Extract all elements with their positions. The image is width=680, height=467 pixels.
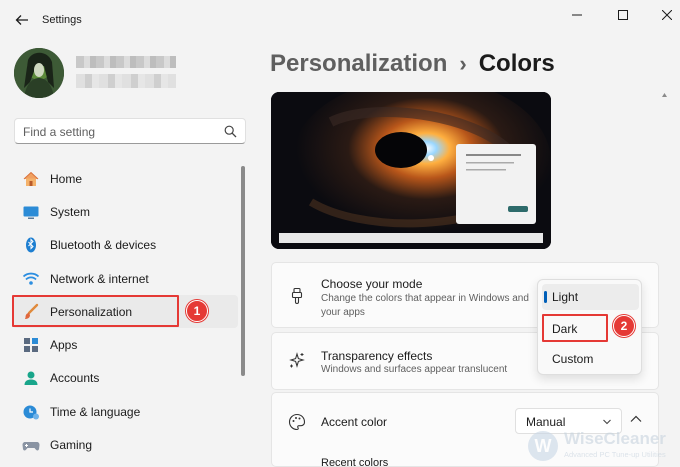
sidebar-item-label: Bluetooth & devices	[50, 238, 157, 253]
minimize-button[interactable]	[554, 0, 600, 30]
sidebar-item-label: Accounts	[50, 371, 100, 386]
blurred-user-name	[76, 56, 176, 68]
minimize-icon	[572, 14, 582, 16]
blurred-user-email	[76, 74, 176, 88]
maximize-button[interactable]	[600, 0, 646, 30]
chevron-down-icon	[603, 419, 611, 425]
watermark-title: WiseCleaner	[564, 429, 666, 448]
breadcrumb: Personalization › Colors	[270, 50, 555, 78]
avatar[interactable]	[14, 48, 64, 98]
sidebar-item-label: Apps	[50, 338, 78, 353]
sparkle-icon	[289, 352, 305, 368]
bluetooth-icon	[22, 236, 40, 254]
watermark-subtitle: Advanced PC Tune-up Utilities	[564, 450, 666, 459]
app-title: Settings	[42, 14, 82, 26]
main-scrollbar[interactable]	[662, 92, 667, 467]
title-bar: Settings	[0, 0, 680, 40]
system-icon	[22, 203, 40, 221]
wisecleaner-logo-icon: W	[528, 431, 558, 461]
breadcrumb-separator: ›	[459, 51, 467, 76]
sidebar-item-apps[interactable]: Apps	[12, 328, 238, 361]
breadcrumb-parent[interactable]: Personalization	[270, 50, 447, 77]
mode-description: Change the colors that appear in Windows…	[321, 293, 529, 318]
sidebar-item-label: Network & internet	[50, 271, 149, 286]
sidebar-item-home[interactable]: Home	[12, 162, 238, 195]
sidebar-item-accounts[interactable]: Accounts	[12, 362, 238, 395]
search-icon	[224, 125, 237, 138]
mode-option-light[interactable]: Light	[542, 284, 639, 310]
close-icon	[662, 10, 672, 20]
preview-window	[456, 144, 536, 224]
paint-bucket-icon	[291, 287, 303, 304]
transparency-description: Windows and surfaces appear translucent	[321, 364, 508, 375]
back-button[interactable]	[8, 8, 36, 32]
sidebar-scrollbar[interactable]	[241, 166, 245, 376]
chevron-up-icon[interactable]	[630, 414, 642, 424]
sidebar-item-label: Time & language	[50, 404, 141, 419]
theme-preview	[271, 92, 551, 249]
sidebar-item-time-language[interactable]: Time & language	[12, 395, 238, 428]
maximize-icon	[618, 10, 628, 20]
avatar-image-icon	[14, 48, 64, 98]
transparency-title: Transparency effects	[321, 349, 433, 363]
page-title: Colors	[478, 50, 555, 77]
home-icon	[22, 170, 40, 188]
settings-window: Settings Find a setting Home System Blue…	[0, 0, 680, 467]
mode-title: Choose your mode	[321, 277, 423, 291]
sidebar-item-gaming[interactable]: Gaming	[12, 428, 238, 461]
sidebar-item-bluetooth[interactable]: Bluetooth & devices	[12, 229, 238, 262]
gaming-icon	[22, 436, 40, 454]
accent-title: Accent color	[321, 415, 388, 429]
sidebar-item-system[interactable]: System	[12, 195, 238, 228]
preview-taskbar	[279, 233, 543, 243]
wisecleaner-watermark: W WiseCleaner Advanced PC Tune-up Utilit…	[528, 427, 680, 467]
search-input[interactable]: Find a setting	[14, 118, 246, 144]
preview-window-content-icon	[466, 154, 528, 212]
mode-option-custom[interactable]: Custom	[542, 346, 639, 372]
step-badge-1: 1	[186, 300, 208, 322]
sidebar-item-label: Home	[50, 171, 83, 186]
search-placeholder: Find a setting	[23, 125, 96, 139]
palette-icon	[289, 413, 306, 431]
sidebar-item-network[interactable]: Network & internet	[12, 262, 238, 295]
sidebar-item-label: System	[50, 204, 91, 219]
time-language-icon	[22, 403, 40, 421]
sidebar-item-label: Personalization	[50, 304, 133, 319]
network-icon	[22, 270, 40, 288]
apps-icon	[22, 336, 40, 354]
sidebar-item-label: Gaming	[50, 438, 93, 453]
back-arrow-icon	[15, 15, 28, 25]
accounts-icon	[22, 369, 40, 387]
step-badge-2: 2	[613, 315, 635, 337]
scroll-up-icon	[662, 93, 667, 97]
brush-icon	[22, 303, 40, 321]
close-button[interactable]	[644, 0, 680, 30]
recent-colors-label: Recent colors	[321, 457, 389, 467]
